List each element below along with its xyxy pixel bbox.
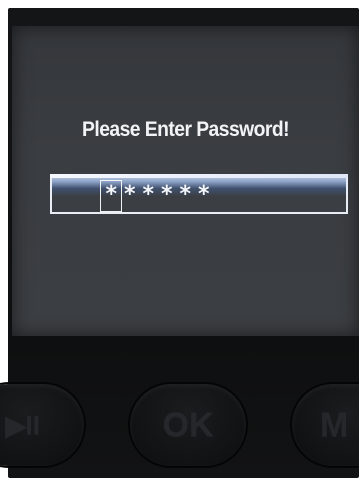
camera-device: Please Enter Password! * * * * * * ▶II O… bbox=[0, 0, 359, 478]
password-digit[interactable]: * bbox=[158, 180, 177, 210]
play-pause-button[interactable]: ▶II bbox=[0, 384, 84, 466]
menu-label: M bbox=[320, 406, 349, 444]
play-pause-icon: ▶II bbox=[5, 410, 40, 440]
password-digit[interactable]: * bbox=[121, 180, 140, 210]
ok-label: OK bbox=[162, 406, 214, 444]
lcd-screen: Please Enter Password! * * * * * * bbox=[12, 26, 359, 336]
password-digit[interactable]: * bbox=[195, 180, 214, 210]
password-digit[interactable]: * bbox=[176, 180, 195, 210]
password-digit[interactable]: * bbox=[102, 180, 121, 210]
password-digits: * * * * * * bbox=[102, 180, 213, 210]
password-digit[interactable]: * bbox=[139, 180, 158, 210]
ok-button[interactable]: OK bbox=[130, 384, 246, 466]
menu-button[interactable]: M bbox=[292, 384, 359, 466]
password-prompt: Please Enter Password! bbox=[82, 118, 289, 141]
hardware-buttons: ▶II OK M bbox=[0, 362, 359, 472]
password-input-field[interactable]: * * * * * * bbox=[50, 174, 348, 214]
